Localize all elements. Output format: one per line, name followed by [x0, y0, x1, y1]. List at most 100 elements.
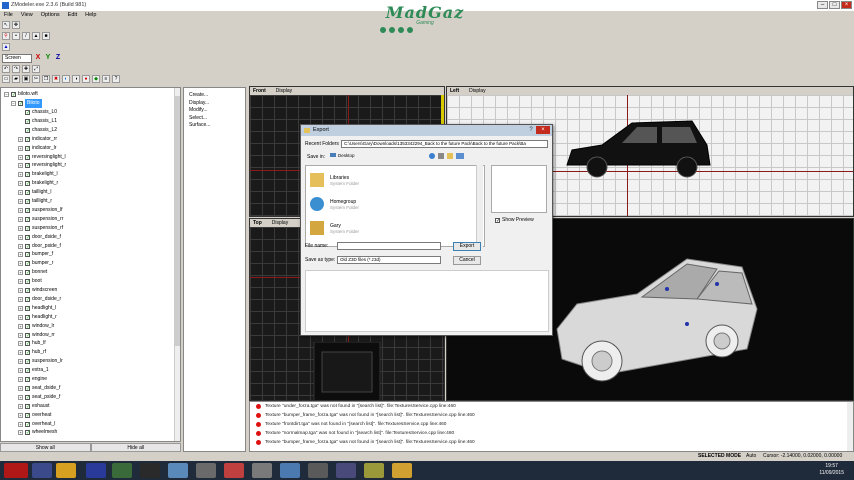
edge-tool-icon[interactable]: /	[22, 32, 30, 40]
tree-item[interactable]: + ✓ suspension_lf	[18, 206, 63, 215]
expander-icon[interactable]: +	[18, 359, 23, 365]
visibility-checkbox[interactable]: ✓	[11, 92, 16, 98]
visibility-checkbox[interactable]: ✓	[25, 403, 30, 409]
expander-icon[interactable]: +	[18, 154, 23, 160]
visibility-checkbox[interactable]: ✓	[25, 430, 30, 436]
unhide-icon[interactable]: ◑	[72, 75, 80, 83]
status-auto[interactable]: Auto	[746, 452, 756, 461]
visibility-checkbox[interactable]: ✓	[25, 350, 30, 356]
visibility-checkbox[interactable]: ✓	[25, 261, 30, 267]
visibility-checkbox[interactable]: ✓	[25, 279, 30, 285]
undo-icon[interactable]: ↶	[2, 65, 10, 73]
taskbar-app-icon[interactable]	[224, 463, 244, 478]
expander-icon[interactable]: +	[18, 341, 23, 347]
vertex-tool-icon[interactable]: •	[12, 32, 20, 40]
tree-item[interactable]: + ✓ wheelmesh	[18, 428, 57, 437]
tree-item[interactable]: + ✓ door_dside_f	[18, 233, 61, 242]
visibility-checkbox[interactable]: ✓	[25, 341, 30, 347]
visibility-checkbox[interactable]: ✓	[25, 225, 30, 231]
taskbar-app-icon[interactable]	[196, 463, 216, 478]
tree-item[interactable]: + ✓ bonnet	[18, 268, 47, 277]
cmd-select[interactable]: Select...	[184, 115, 245, 123]
expander-icon[interactable]: +	[18, 145, 23, 151]
taskbar-clock[interactable]: 19:57 11/09/2015	[819, 463, 844, 477]
visibility-checkbox[interactable]: ✓	[25, 127, 30, 133]
visibility-checkbox[interactable]: ✓	[25, 118, 30, 124]
tree-scrollbar[interactable]	[174, 88, 180, 441]
tree-item[interactable]: + ✓ indicator_rr	[18, 135, 57, 144]
pivot-icon[interactable]: ✚	[22, 65, 30, 73]
tree-item[interactable]: + ✓ overheat_l	[18, 420, 55, 429]
view-menu-icon[interactable]	[456, 153, 464, 159]
expander-icon[interactable]: +	[18, 421, 23, 427]
expander-icon[interactable]: +	[18, 279, 23, 285]
expander-icon[interactable]: +	[18, 252, 23, 258]
places-scrollbar[interactable]	[476, 165, 483, 247]
taskbar-app-icon[interactable]	[252, 463, 272, 478]
visibility-checkbox[interactable]: ✓	[25, 163, 30, 169]
taskbar-app-icon[interactable]	[112, 463, 132, 478]
taskbar-app-icon[interactable]	[336, 463, 356, 478]
taskbar-app-icon[interactable]	[280, 463, 300, 478]
tree-item[interactable]: + ✓ brakelight_r	[18, 179, 58, 188]
record-icon[interactable]: ●	[82, 75, 90, 83]
tree-item[interactable]: + ✓ overheat	[18, 411, 51, 420]
viewport-mode[interactable]: Display	[272, 219, 288, 227]
back-icon[interactable]	[429, 153, 435, 159]
tree-item[interactable]: + ✓ windscreen	[18, 286, 57, 295]
tree-item-selected[interactable]: − ✓ Biloto	[11, 99, 42, 108]
tree-item[interactable]: + ✓ taillight_r	[18, 197, 52, 206]
view-mode-combo[interactable]: Screen	[2, 53, 32, 63]
tree-item[interactable]: + ✓ door_dside_r	[18, 295, 61, 304]
maximize-button[interactable]: □	[829, 1, 840, 9]
link-tool-icon[interactable]: ⚲	[2, 32, 10, 40]
visibility-checkbox[interactable]: ✓	[25, 154, 30, 160]
show-all-button[interactable]: Show all	[0, 443, 91, 452]
tree-item[interactable]: + ✓ suspension_rr	[18, 215, 63, 224]
expander-icon[interactable]: +	[18, 412, 23, 418]
hide-all-button[interactable]: Hide all	[90, 443, 181, 452]
visibility-checkbox[interactable]: ✓	[25, 305, 30, 311]
tree-item[interactable]: ✓ chassis_L1	[25, 117, 57, 126]
visibility-checkbox[interactable]: ✓	[25, 234, 30, 240]
axis-z-toggle[interactable]: Z	[54, 54, 62, 62]
tree-item[interactable]: + ✓ suspension_lr	[18, 357, 63, 366]
tree-item[interactable]: + ✓ seat_pside_f	[18, 393, 60, 402]
save-type-select[interactable]: Old Z3D files (*.z3d)	[337, 256, 441, 264]
object-tool-icon[interactable]: ■	[42, 32, 50, 40]
visibility-checkbox[interactable]: ✓	[25, 314, 30, 320]
expander-icon[interactable]: +	[18, 288, 23, 293]
cmd-modify[interactable]: Modify...	[184, 107, 245, 115]
open-file-icon[interactable]: ▰	[12, 75, 20, 83]
visibility-checkbox[interactable]: ✓	[25, 216, 30, 222]
material-icon[interactable]: ◆	[92, 75, 100, 83]
face-tool-icon[interactable]: ▲	[32, 32, 40, 40]
taskbar-app-icon-zmodeler[interactable]	[392, 463, 412, 478]
cancel-button[interactable]: Cancel	[453, 256, 481, 265]
expander-icon[interactable]: +	[18, 261, 23, 267]
checkbox-icon[interactable]: ✓	[495, 217, 500, 223]
taskbar-app-icon[interactable]	[56, 463, 76, 478]
tree-item[interactable]: + ✓ reversinglight_r	[18, 161, 66, 170]
taskbar-app-icon[interactable]	[86, 463, 106, 478]
visibility-checkbox[interactable]: ✓	[25, 323, 30, 329]
cmd-display[interactable]: Display...	[184, 100, 245, 108]
visibility-checkbox[interactable]: ✓	[25, 172, 30, 178]
expander-icon[interactable]: +	[18, 394, 23, 400]
visibility-checkbox[interactable]: ✓	[25, 412, 30, 418]
tree-item[interactable]: + ✓ suspension_rf	[18, 224, 63, 233]
expander-icon[interactable]: +	[18, 207, 23, 213]
expander-icon[interactable]: +	[18, 296, 23, 302]
visibility-checkbox[interactable]: ✓	[25, 332, 30, 338]
visibility-checkbox[interactable]: ✓	[25, 252, 30, 258]
visibility-checkbox[interactable]: ✓	[25, 288, 30, 294]
expander-icon[interactable]: +	[18, 377, 23, 382]
redo-icon[interactable]: ↷	[12, 65, 20, 73]
menu-file[interactable]: File	[4, 11, 13, 19]
tree-item[interactable]: + ✓ headlight_r	[18, 313, 57, 322]
visibility-checkbox[interactable]: ✓	[25, 243, 30, 249]
expander-icon[interactable]: +	[18, 430, 23, 436]
delete-icon[interactable]: ✖	[52, 75, 60, 83]
minimize-button[interactable]: –	[817, 1, 828, 9]
dialog-close-button[interactable]: ×	[536, 126, 550, 134]
